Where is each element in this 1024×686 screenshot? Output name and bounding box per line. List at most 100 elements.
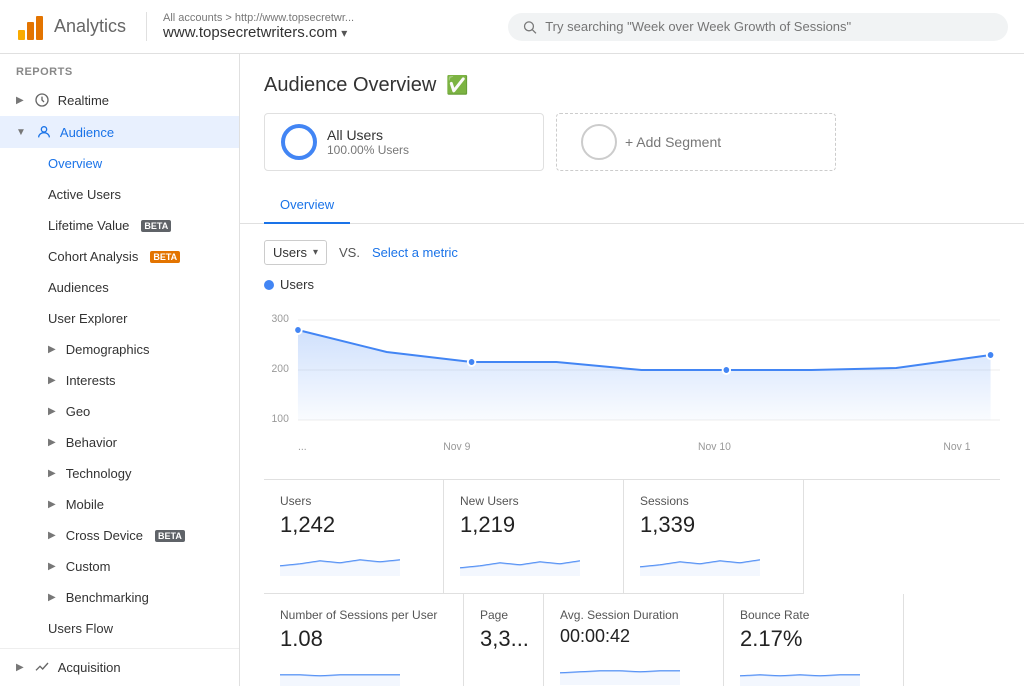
- sidebar-item-demographics[interactable]: ▶ Demographics: [0, 334, 239, 365]
- segment-info: All Users 100.00% Users: [327, 127, 409, 157]
- sparkline-new-users: [460, 546, 580, 576]
- acquisition-icon: [34, 659, 50, 675]
- search-bar[interactable]: [508, 13, 1008, 41]
- tab-overview[interactable]: Overview: [264, 187, 350, 224]
- account-url[interactable]: www.topsecretwriters.com ▾: [163, 24, 354, 41]
- chart-legend-label: Users: [280, 277, 314, 292]
- sidebar-item-label: Demographics: [66, 342, 150, 357]
- stat-value: 3,3...: [480, 626, 527, 652]
- segment-circle: [281, 124, 317, 160]
- logo-area: Analytics: [16, 12, 126, 42]
- stat-sessions: Sessions 1,339: [624, 480, 804, 594]
- expand-icon: ▶: [48, 344, 56, 355]
- add-segment-label: + Add Segment: [625, 134, 721, 150]
- sidebar-item-interests[interactable]: ▶ Interests: [0, 365, 239, 396]
- verified-icon: ✅: [446, 75, 468, 96]
- chart-svg: 300 200 100 ... Nov 9 Nov 10 Nov 1: [264, 300, 1000, 460]
- sparkline-users: [280, 546, 400, 576]
- analytics-logo-icon: [16, 12, 46, 42]
- chevron-down-icon: ▾: [341, 26, 347, 40]
- stat-label: Users: [280, 494, 427, 508]
- legend-dot: [264, 280, 274, 290]
- stat-users: Users 1,242: [264, 480, 444, 594]
- sidebar-item-custom[interactable]: ▶ Custom: [0, 551, 239, 582]
- svg-text:...: ...: [298, 441, 307, 453]
- reports-label: REPORTS: [0, 54, 239, 84]
- sidebar-item-behavior[interactable]: ▶ Behavior: [0, 427, 239, 458]
- beta-badge: BETA: [141, 220, 171, 232]
- content-header: Audience Overview ✅: [240, 54, 1024, 113]
- expand-icon: ▶: [48, 530, 56, 541]
- beta-badge-orange: BETA: [150, 251, 180, 263]
- expand-icon: ▶: [48, 561, 56, 572]
- clock-icon: [34, 92, 50, 108]
- stat-label: Avg. Session Duration: [560, 608, 707, 622]
- stat-label: Bounce Rate: [740, 608, 887, 622]
- sidebar-item-label: Realtime: [58, 93, 109, 108]
- app-title: Analytics: [54, 16, 126, 37]
- content-area: Audience Overview ✅ All Users 100.00% Us…: [240, 54, 1024, 686]
- sidebar-item-cross-device[interactable]: ▶ Cross Device BETA: [0, 520, 239, 551]
- search-icon: [522, 19, 537, 35]
- chart-svg-wrap: 300 200 100 ... Nov 9 Nov 10 Nov 1: [264, 300, 1000, 463]
- metric-dropdown[interactable]: Users ▾: [264, 240, 327, 265]
- stat-value: 1,242: [280, 512, 427, 538]
- stat-sessions-per-user: Number of Sessions per User 1.08: [264, 594, 464, 686]
- expand-icon: ▶: [48, 406, 56, 417]
- sidebar-item-label: Audiences: [48, 280, 109, 295]
- svg-text:Nov 1: Nov 1: [943, 441, 970, 453]
- sidebar-item-label: Geo: [66, 404, 91, 419]
- segment-all-users[interactable]: All Users 100.00% Users: [264, 113, 544, 171]
- sidebar-item-users-flow[interactable]: Users Flow: [0, 613, 239, 644]
- tab-bar: Overview: [240, 187, 1024, 224]
- sidebar-item-label: Active Users: [48, 187, 121, 202]
- sidebar-item-audiences[interactable]: Audiences: [0, 272, 239, 303]
- breadcrumb: All accounts > http://www.topsecretwr...: [163, 12, 354, 24]
- sidebar-item-cohort-analysis[interactable]: Cohort Analysis BETA: [0, 241, 239, 272]
- beta-badge: BETA: [155, 530, 185, 542]
- sidebar-item-overview[interactable]: Overview: [0, 148, 239, 179]
- sidebar-item-benchmarking[interactable]: ▶ Benchmarking: [0, 582, 239, 613]
- person-icon: [36, 124, 52, 140]
- chart-legend: Users: [264, 277, 1000, 292]
- sidebar-item-label: Overview: [48, 156, 102, 171]
- svg-text:200: 200: [272, 363, 289, 375]
- expand-icon: ▶: [48, 375, 56, 386]
- stat-value: 1.08: [280, 626, 447, 652]
- add-segment-button[interactable]: + Add Segment: [556, 113, 836, 171]
- sidebar-item-label: Behavior: [66, 435, 117, 450]
- sidebar-item-label: Users Flow: [48, 621, 113, 636]
- sidebar-item-acquisition[interactable]: ▶ Acquisition: [0, 648, 239, 683]
- sidebar-item-audience[interactable]: ▼ Audience: [0, 116, 239, 148]
- sidebar-item-technology[interactable]: ▶ Technology: [0, 458, 239, 489]
- sidebar: REPORTS ▶ Realtime ▼ Audience Overview A…: [0, 54, 240, 686]
- header: Analytics All accounts > http://www.tops…: [0, 0, 1024, 54]
- main-layout: REPORTS ▶ Realtime ▼ Audience Overview A…: [0, 54, 1024, 686]
- expand-icon: ▶: [16, 662, 24, 673]
- sidebar-item-label: Acquisition: [58, 660, 121, 675]
- svg-text:100: 100: [272, 413, 289, 425]
- sidebar-item-label: User Explorer: [48, 311, 127, 326]
- sparkline-sessions-per-user: [280, 660, 400, 686]
- sidebar-item-label: Cross Device: [66, 528, 143, 543]
- expand-icon: ▶: [48, 468, 56, 479]
- stat-avg-session: Avg. Session Duration 00:00:42: [544, 594, 724, 686]
- svg-text:300: 300: [272, 313, 289, 325]
- sidebar-item-realtime[interactable]: ▶ Realtime: [0, 84, 239, 116]
- sidebar-item-geo[interactable]: ▶ Geo: [0, 396, 239, 427]
- sidebar-item-lifetime-value[interactable]: Lifetime Value BETA: [0, 210, 239, 241]
- sidebar-item-label: Mobile: [66, 497, 104, 512]
- sidebar-item-label: Interests: [66, 373, 116, 388]
- sidebar-item-active-users[interactable]: Active Users: [0, 179, 239, 210]
- sparkline-bounce-rate: [740, 660, 860, 686]
- sparkline-sessions: [640, 546, 760, 576]
- select-metric-link[interactable]: Select a metric: [372, 245, 458, 260]
- metric-controls: Users ▾ VS. Select a metric: [264, 240, 1000, 265]
- sidebar-item-user-explorer[interactable]: User Explorer: [0, 303, 239, 334]
- svg-text:Nov 9: Nov 9: [443, 441, 470, 453]
- account-selector[interactable]: All accounts > http://www.topsecretwr...…: [146, 12, 354, 41]
- search-input[interactable]: [545, 19, 994, 34]
- sidebar-item-mobile[interactable]: ▶ Mobile: [0, 489, 239, 520]
- stat-label: New Users: [460, 494, 607, 508]
- add-segment-circle: [581, 124, 617, 160]
